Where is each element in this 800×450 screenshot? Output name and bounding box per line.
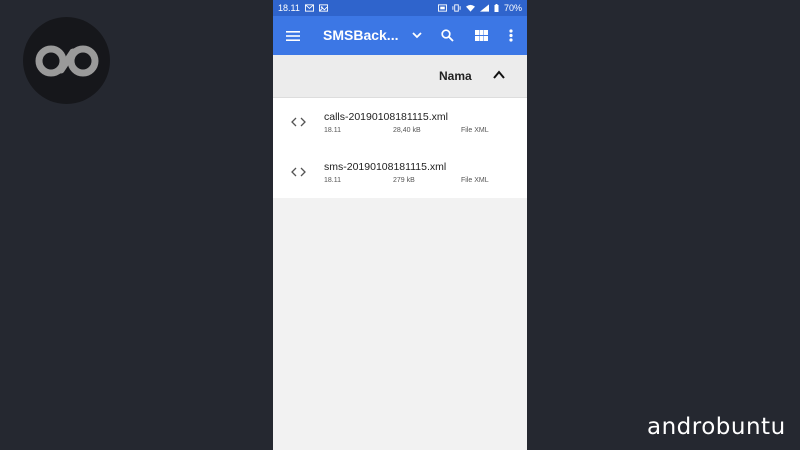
menu-button[interactable] xyxy=(281,16,305,55)
file-list: calls-20190108181115.xml 18.11 28,40 kB … xyxy=(273,98,527,198)
code-file-icon xyxy=(291,167,306,177)
search-button[interactable] xyxy=(436,16,458,55)
chevron-up-icon xyxy=(493,70,505,79)
gallery-icon xyxy=(318,4,328,12)
code-file-icon xyxy=(291,117,306,127)
sort-header: Nama xyxy=(273,55,527,98)
mail-icon xyxy=(304,4,314,12)
sort-direction-button[interactable] xyxy=(492,68,506,82)
file-type: File XML xyxy=(461,127,489,134)
more-options-button[interactable] xyxy=(503,16,519,55)
status-time: 18.11 xyxy=(278,3,300,13)
search-icon xyxy=(440,29,454,42)
androbuntu-logo xyxy=(23,17,110,104)
file-item-sms[interactable]: sms-20190108181115.xml 18.11 279 kB File… xyxy=(273,148,527,198)
file-type: File XML xyxy=(461,177,489,184)
file-item-calls[interactable]: calls-20190108181115.xml 18.11 28,40 kB … xyxy=(273,98,527,148)
signal-icon xyxy=(479,4,489,12)
file-name: calls-20190108181115.xml xyxy=(324,111,448,123)
battery-level: 70% xyxy=(503,3,522,13)
cast-icon xyxy=(437,4,447,12)
file-size: 279 kB xyxy=(393,177,415,184)
folder-dropdown-button[interactable] xyxy=(407,16,427,55)
folder-title[interactable]: SMSBack... xyxy=(323,27,398,43)
view-mode-button[interactable] xyxy=(470,16,492,55)
menu-icon xyxy=(286,30,300,41)
more-vert-icon xyxy=(509,29,513,42)
file-size: 28,40 kB xyxy=(393,127,421,134)
grid-view-icon xyxy=(474,30,488,41)
wifi-icon xyxy=(465,4,475,12)
brand-watermark: androbuntu xyxy=(647,414,786,440)
chevron-down-icon xyxy=(412,32,422,39)
battery-icon xyxy=(494,4,499,12)
phone-screen: 18.11 70% SMSBack... Nama calls-20190108… xyxy=(273,0,527,450)
file-time: 18.11 xyxy=(324,177,341,184)
vibrate-icon xyxy=(452,4,461,12)
file-name: sms-20190108181115.xml xyxy=(324,161,447,173)
file-time: 18.11 xyxy=(324,127,341,134)
app-toolbar: SMSBack... xyxy=(273,16,527,55)
infinity-logo-icon xyxy=(35,45,98,76)
sort-label[interactable]: Nama xyxy=(439,69,472,83)
status-bar: 18.11 70% xyxy=(273,0,527,16)
